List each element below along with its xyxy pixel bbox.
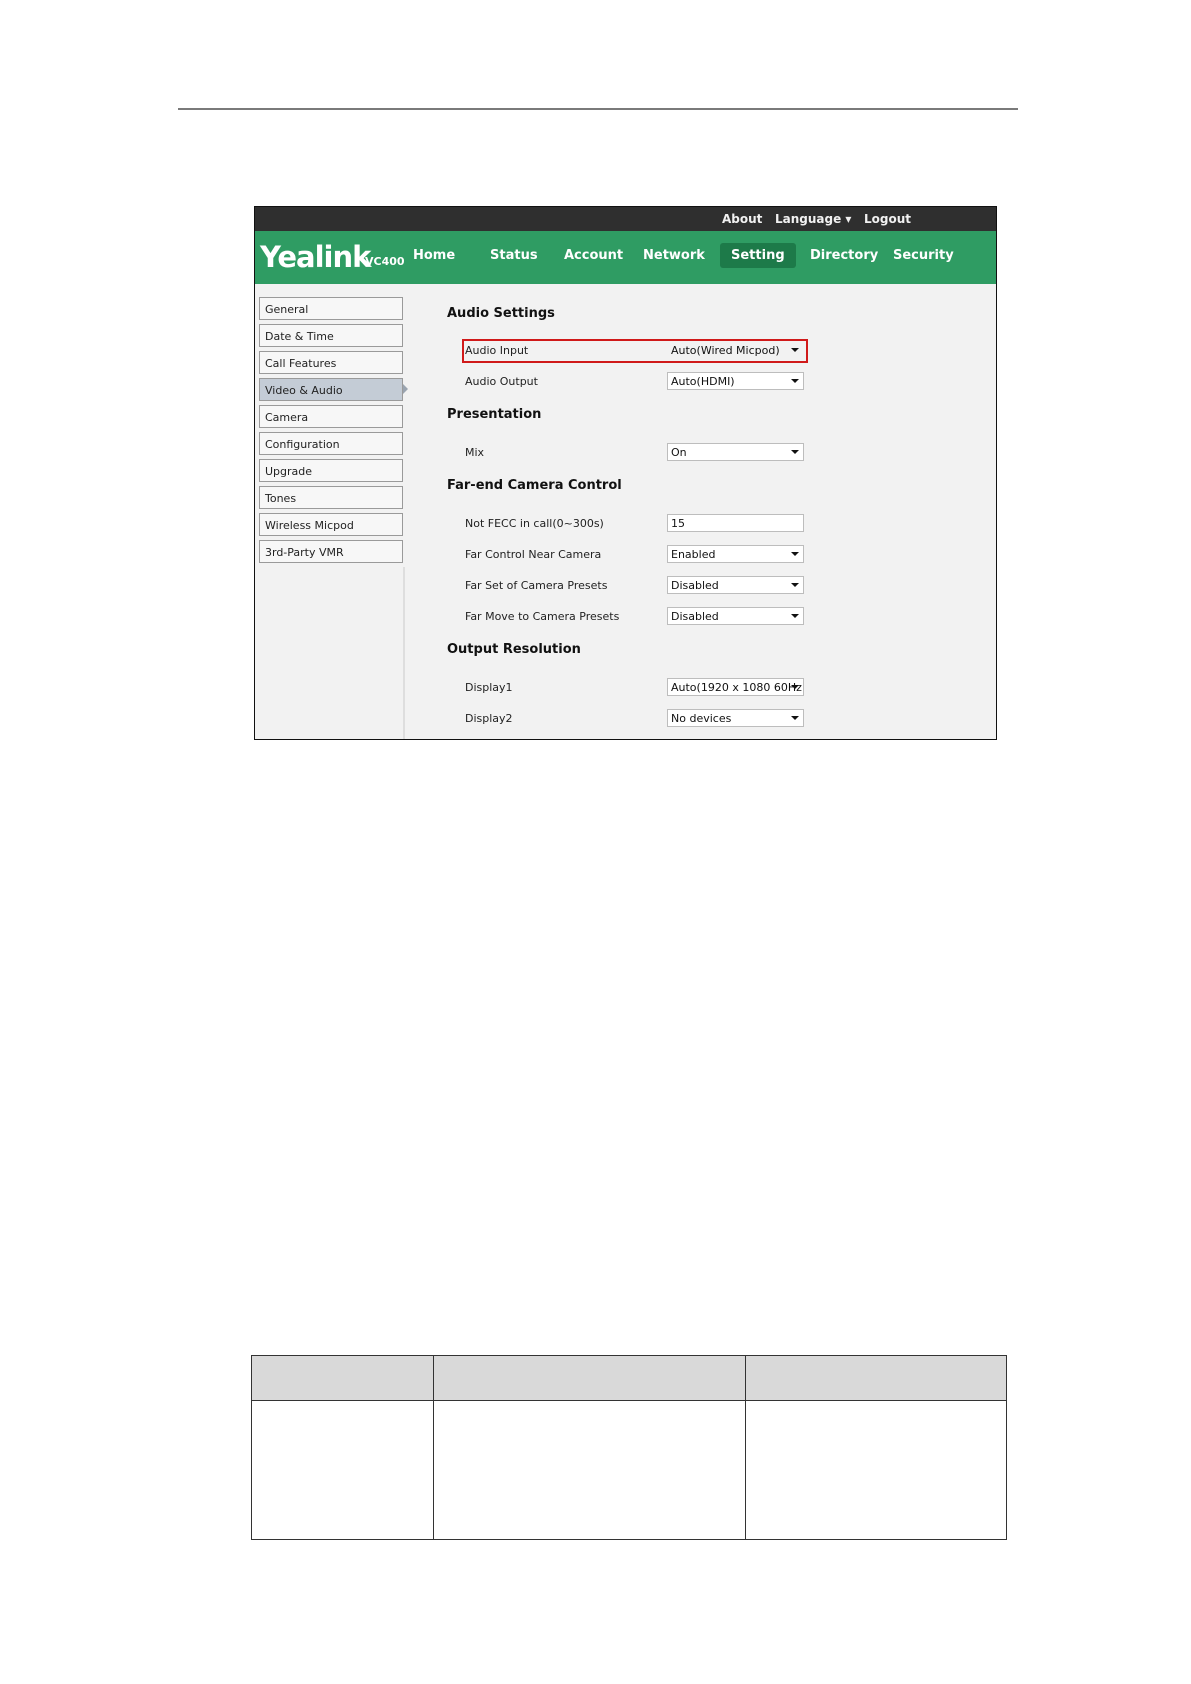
audio-settings-heading: Audio Settings xyxy=(447,306,555,321)
logout-link[interactable]: Logout xyxy=(864,212,911,226)
mix-select[interactable]: On xyxy=(667,443,804,461)
table-column-divider xyxy=(745,1356,746,1539)
sidebar-item-upgrade[interactable]: Upgrade xyxy=(259,459,403,482)
display2-select[interactable]: No devices xyxy=(667,709,804,727)
sidebar-item-configuration[interactable]: Configuration xyxy=(259,432,403,455)
sidebar-item-video-audio[interactable]: Video & Audio xyxy=(259,378,403,401)
sidebar-item-date-time[interactable]: Date & Time xyxy=(259,324,403,347)
chevron-down-icon xyxy=(791,552,799,556)
chevron-down-icon xyxy=(791,348,799,352)
nav-network[interactable]: Network xyxy=(643,248,705,263)
display1-select[interactable]: Auto(1920 x 1080 60Hz xyxy=(667,678,804,696)
audio-output-value: Auto(HDMI) xyxy=(671,375,735,388)
web-ui-screenshot: About Language ▾ Logout Yealink VC400 Ho… xyxy=(254,206,997,740)
sidebar-divider xyxy=(403,567,405,739)
mix-value: On xyxy=(671,446,687,459)
far-move-value: Disabled xyxy=(671,610,719,623)
display2-label: Display2 xyxy=(465,712,513,725)
sidebar-item-tones[interactable]: Tones xyxy=(259,486,403,509)
chevron-down-icon xyxy=(791,685,799,689)
nav-setting[interactable]: Setting xyxy=(720,243,796,268)
presentation-heading: Presentation xyxy=(447,407,542,422)
sidebar-item-general[interactable]: General xyxy=(259,297,403,320)
far-move-select[interactable]: Disabled xyxy=(667,607,804,625)
not-fecc-input[interactable]: 15 xyxy=(667,514,804,532)
far-set-select[interactable]: Disabled xyxy=(667,576,804,594)
active-pointer-icon xyxy=(403,384,408,394)
far-set-value: Disabled xyxy=(671,579,719,592)
table-header-row xyxy=(252,1356,1006,1401)
page-header-rule xyxy=(178,108,1018,110)
audio-output-label: Audio Output xyxy=(465,375,538,388)
about-link[interactable]: About xyxy=(722,212,762,226)
chevron-down-icon xyxy=(791,716,799,720)
sidebar-item-camera[interactable]: Camera xyxy=(259,405,403,428)
far-move-label: Far Move to Camera Presets xyxy=(465,610,620,623)
nav-home[interactable]: Home xyxy=(413,248,455,263)
nav-status[interactable]: Status xyxy=(490,248,538,263)
chevron-down-icon xyxy=(791,379,799,383)
nav-account[interactable]: Account xyxy=(564,248,623,263)
chevron-down-icon xyxy=(791,450,799,454)
chevron-down-icon xyxy=(791,583,799,587)
display1-label: Display1 xyxy=(465,681,513,694)
top-bar: About Language ▾ Logout xyxy=(255,207,996,231)
table-column-divider xyxy=(433,1356,434,1539)
audio-input-label: Audio Input xyxy=(465,344,529,357)
language-menu[interactable]: Language ▾ xyxy=(775,212,851,226)
far-control-select[interactable]: Enabled xyxy=(667,545,804,563)
main-nav: Yealink VC400 Home Status Account Networ… xyxy=(255,231,996,284)
output-resolution-heading: Output Resolution xyxy=(447,642,581,657)
model-label: VC400 xyxy=(365,255,405,268)
far-control-value: Enabled xyxy=(671,548,716,561)
mix-label: Mix xyxy=(465,446,485,459)
yealink-logo: Yealink xyxy=(260,240,371,274)
chevron-down-icon xyxy=(791,614,799,618)
audio-output-select[interactable]: Auto(HDMI) xyxy=(667,372,804,390)
sidebar-item-wireless-micpod[interactable]: Wireless Micpod xyxy=(259,513,403,536)
audio-input-value: Auto(Wired Micpod) xyxy=(671,344,780,357)
nav-directory[interactable]: Directory xyxy=(810,248,878,263)
display1-value: Auto(1920 x 1080 60Hz xyxy=(671,681,802,694)
parameter-table xyxy=(251,1355,1007,1540)
nav-security[interactable]: Security xyxy=(893,248,954,263)
display2-value: No devices xyxy=(671,712,732,725)
fecc-heading: Far-end Camera Control xyxy=(447,478,622,493)
not-fecc-label: Not FECC in call(0~300s) xyxy=(465,517,604,530)
audio-input-select[interactable]: Auto(Wired Micpod) xyxy=(667,341,804,359)
sidebar-item-3rd-party-vmr[interactable]: 3rd-Party VMR xyxy=(259,540,403,563)
far-set-label: Far Set of Camera Presets xyxy=(465,579,608,592)
far-control-label: Far Control Near Camera xyxy=(465,548,602,561)
sidebar-item-call-features[interactable]: Call Features xyxy=(259,351,403,374)
